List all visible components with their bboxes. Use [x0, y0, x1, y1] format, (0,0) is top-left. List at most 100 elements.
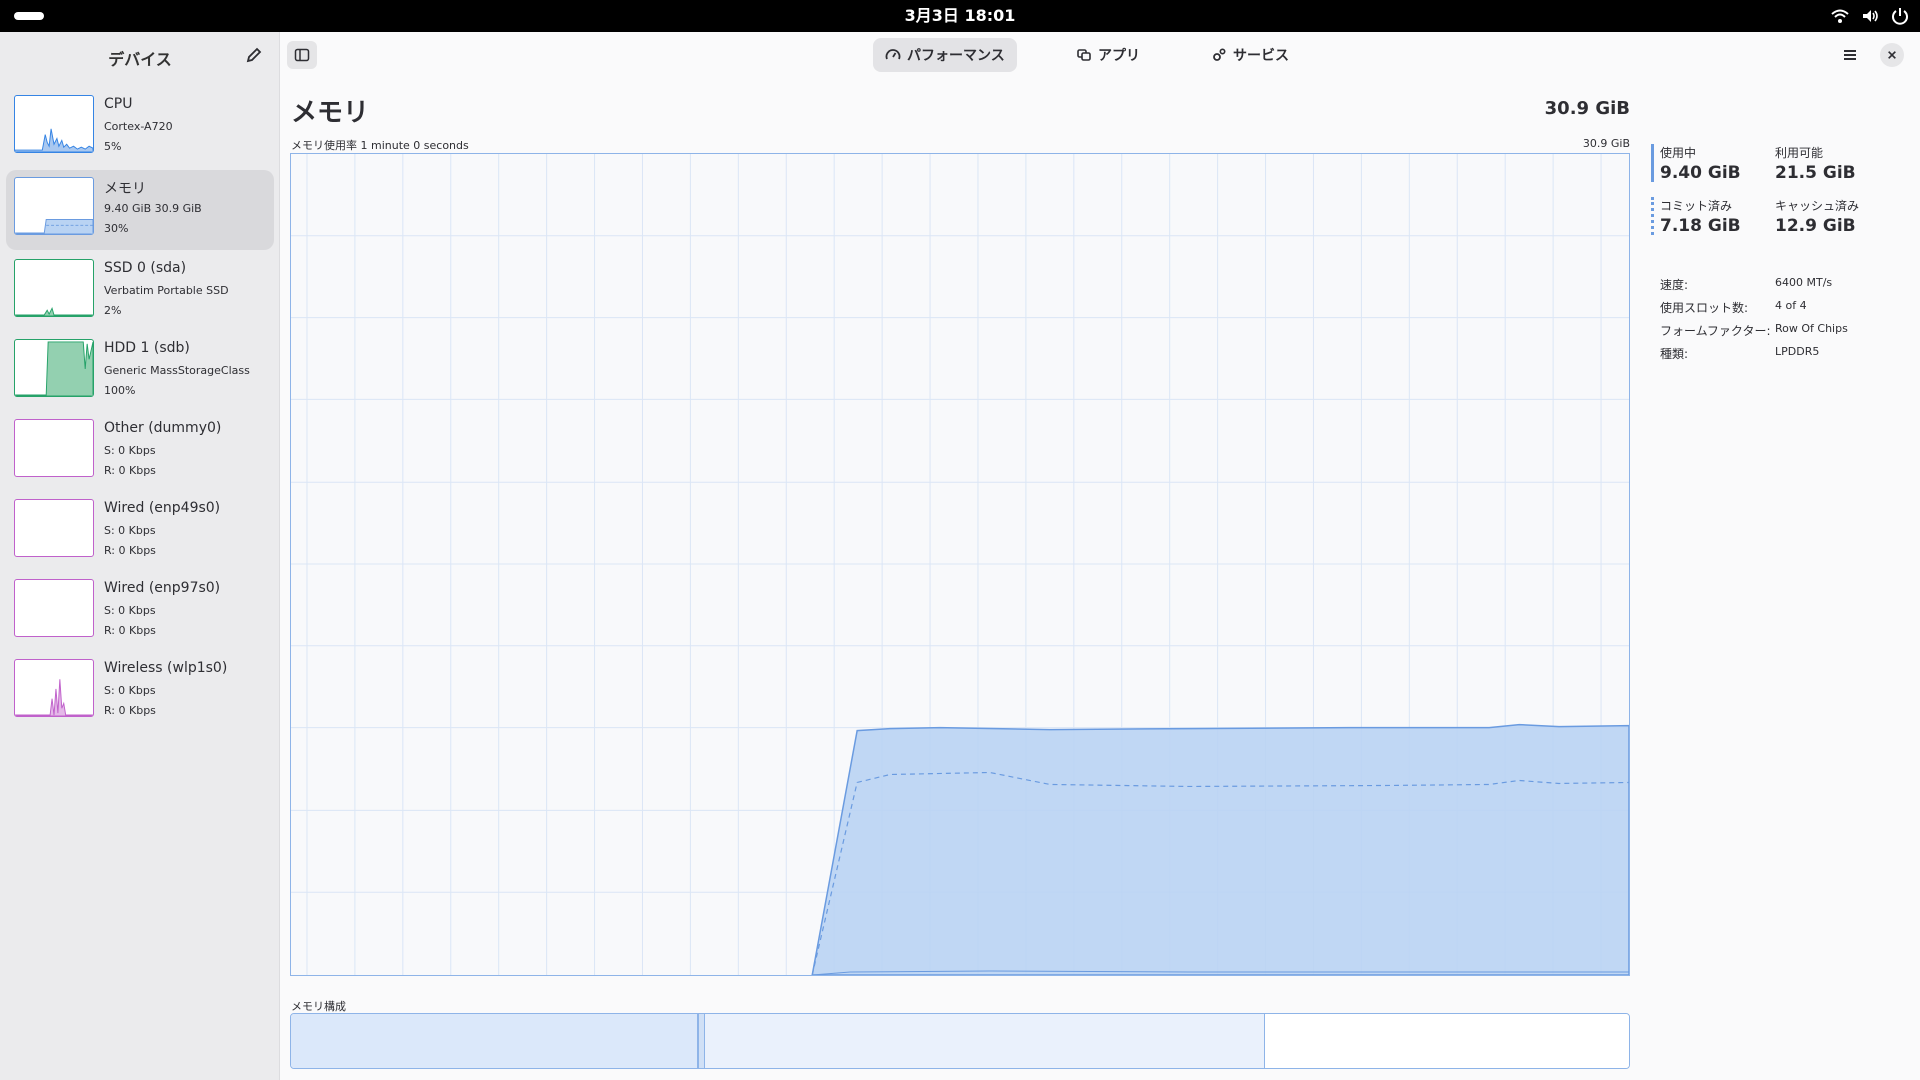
sidebar-item-hdd[interactable]: HDD 1 (sdb) Generic MassStorageClass 100… — [6, 332, 274, 412]
device-detail: Cortex-A720 — [104, 120, 173, 133]
stat-cached: キャッシュ済み 12.9 GiB — [1775, 197, 1885, 236]
sidebar-header: デバイス — [0, 32, 279, 78]
device-receive-rate: R: 0 Kbps — [104, 624, 156, 637]
gears-icon — [1213, 48, 1226, 61]
stat-available: 利用可能 21.5 GiB — [1775, 144, 1885, 183]
device-send-rate: S: 0 Kbps — [104, 684, 156, 697]
used-legend-bar — [1651, 144, 1654, 182]
device-receive-rate: R: 0 Kbps — [104, 464, 156, 477]
volume-icon — [1860, 6, 1880, 26]
prop-slots-value: 4 of 4 — [1775, 299, 1807, 312]
gauge-icon — [885, 49, 901, 60]
prop-slots-label: 使用スロット数: — [1660, 301, 1749, 315]
system-top-bar: 3月3日 18:01 — [0, 0, 1920, 32]
stat-value: 21.5 GiB — [1775, 163, 1856, 183]
hdd-thumbnail — [14, 339, 94, 397]
graph-max-label: 30.9 GiB — [1582, 137, 1630, 150]
device-usage: 100% — [104, 384, 136, 397]
device-send-rate: S: 0 Kbps — [104, 444, 156, 457]
apps-icon — [1077, 49, 1091, 61]
composition-caption: メモリ構成 — [291, 1000, 346, 1013]
device-name: メモリ — [104, 181, 146, 197]
tab-label: アプリ — [1098, 48, 1140, 64]
network-thumbnail — [14, 579, 94, 637]
tab-label: サービス — [1233, 48, 1289, 64]
stat-label: 利用可能 — [1775, 146, 1824, 160]
memory-usage-graph — [290, 153, 1630, 976]
sidebar-toggle-button[interactable] — [287, 41, 317, 69]
device-send-rate: S: 0 Kbps — [104, 524, 156, 537]
graph-caption: メモリ使用率 1 minute 0 seconds — [291, 139, 469, 152]
sidebar-item-cpu[interactable]: CPU Cortex-A720 5% — [6, 88, 274, 168]
device-name: Wired (enp97s0) — [104, 580, 221, 596]
cpu-thumbnail — [14, 95, 94, 153]
sidebar-item-enp49s0[interactable]: Wired (enp49s0) S: 0 Kbps R: 0 Kbps — [6, 492, 274, 572]
close-button[interactable] — [1880, 43, 1904, 67]
device-name: Other (dummy0) — [104, 420, 222, 436]
prop-type-label: 種類: — [1660, 347, 1689, 361]
committed-legend-bar — [1651, 197, 1654, 235]
hamburger-icon — [1844, 50, 1856, 60]
stat-committed: コミット済み 7.18 GiB — [1660, 197, 1770, 236]
memory-thumbnail — [14, 177, 94, 235]
device-name: SSD 0 (sda) — [104, 260, 187, 276]
pencil-icon — [246, 47, 262, 63]
wifi-icon — [1830, 6, 1850, 26]
memory-used-area — [811, 723, 1629, 975]
device-name: Wireless (wlp1s0) — [104, 660, 228, 676]
device-usage: 30% — [104, 222, 129, 235]
ssd-thumbnail — [14, 259, 94, 317]
sidebar-title: デバイス — [108, 50, 172, 69]
device-usage: 5% — [104, 140, 122, 153]
device-send-rate: S: 0 Kbps — [104, 604, 156, 617]
device-name: Wired (enp49s0) — [104, 500, 221, 516]
header-bar: パフォーマンス アプリ サービス — [281, 32, 1920, 78]
composition-free-segment — [1265, 1014, 1629, 1068]
prop-form-factor-value: Row Of Chips — [1775, 322, 1848, 335]
tab-services[interactable]: サービス — [1199, 38, 1301, 72]
tab-performance[interactable]: パフォーマンス — [873, 38, 1017, 72]
clock[interactable]: 3月3日 18:01 — [0, 0, 1920, 32]
device-name: CPU — [104, 96, 133, 112]
sidebar-item-enp97s0[interactable]: Wired (enp97s0) S: 0 Kbps R: 0 Kbps — [6, 572, 274, 652]
sidebar-item-memory[interactable]: メモリ 9.40 GiB 30.9 GiB 30% — [6, 170, 274, 250]
stat-label: キャッシュ済み — [1775, 199, 1860, 213]
network-thumbnail — [14, 419, 94, 477]
device-detail: 9.40 GiB 30.9 GiB — [104, 202, 202, 215]
prop-type-value: LPDDR5 — [1775, 345, 1820, 358]
prop-speed-value: 6400 MT/s — [1775, 276, 1833, 289]
prop-speed-label: 速度: — [1660, 278, 1689, 292]
device-usage: 2% — [104, 304, 122, 317]
tab-label: パフォーマンス — [907, 48, 1005, 64]
device-detail: Verbatim Portable SSD — [104, 284, 229, 297]
system-tray[interactable] — [1830, 6, 1910, 26]
wireless-thumbnail — [14, 659, 94, 717]
device-sidebar: デバイス CPU Cortex-A720 5% メモリ 9.40 GiB 30.… — [0, 32, 280, 1080]
stat-value: 12.9 GiB — [1775, 216, 1856, 236]
stat-label: 使用中 — [1660, 146, 1697, 160]
device-detail: Generic MassStorageClass — [104, 364, 250, 377]
network-thumbnail — [14, 499, 94, 557]
page-title: メモリ — [291, 98, 370, 128]
stat-value: 7.18 GiB — [1660, 216, 1741, 236]
sidebar-item-wlp1s0[interactable]: Wireless (wlp1s0) S: 0 Kbps R: 0 Kbps — [6, 652, 274, 732]
stat-used: 使用中 9.40 GiB — [1660, 144, 1770, 183]
composition-cached-segment — [705, 1014, 1265, 1068]
memory-composition-bar — [290, 1013, 1630, 1069]
device-receive-rate: R: 0 Kbps — [104, 544, 156, 557]
main-menu-button[interactable] — [1838, 43, 1862, 67]
sidebar-item-ssd[interactable]: SSD 0 (sda) Verbatim Portable SSD 2% — [6, 252, 274, 332]
device-name: HDD 1 (sdb) — [104, 340, 190, 356]
total-memory: 30.9 GiB — [1544, 98, 1630, 119]
stat-value: 9.40 GiB — [1660, 163, 1741, 183]
close-icon — [1888, 51, 1896, 59]
device-receive-rate: R: 0 Kbps — [104, 704, 156, 717]
edit-button[interactable] — [243, 44, 265, 66]
tab-apps[interactable]: アプリ — [1064, 38, 1152, 72]
composition-used-segment — [291, 1014, 699, 1068]
power-icon — [1890, 6, 1910, 26]
sidebar-icon — [294, 48, 310, 62]
sidebar-item-dummy0[interactable]: Other (dummy0) S: 0 Kbps R: 0 Kbps — [6, 412, 274, 492]
stat-label: コミット済み — [1660, 199, 1733, 213]
prop-form-factor-label: フォームファクター: — [1660, 324, 1771, 338]
